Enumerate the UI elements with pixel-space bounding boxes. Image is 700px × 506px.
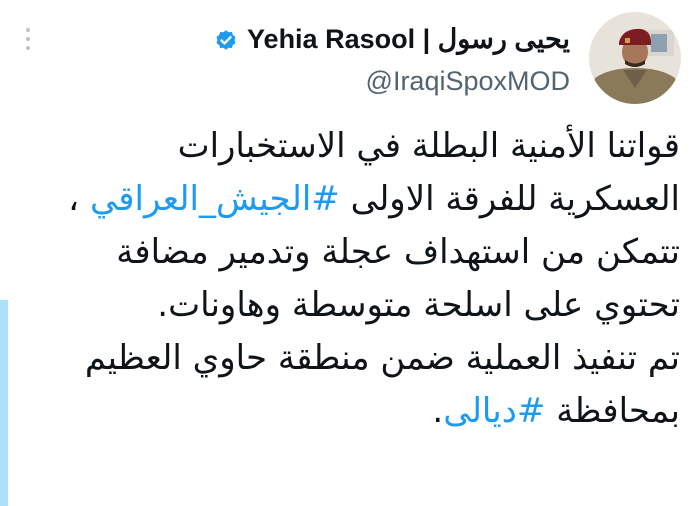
tweet-text-segment: ، (68, 179, 90, 219)
verified-badge-icon (216, 29, 236, 50)
tweet-text: قواتنا الأمنية البطلة في الاستخبارات الع… (40, 120, 680, 438)
hashtag-diyala-link[interactable]: #ديالى (443, 391, 545, 431)
hashtag-iraqi-army-link[interactable]: #الجيش_العراقي (90, 179, 340, 219)
more-vertical-icon (26, 28, 30, 32)
author-display-name[interactable]: يحيى رسول | Yehia Rasool (247, 24, 570, 55)
avatar-image (589, 12, 681, 104)
tweet-line-1: قواتنا الأمنية البطلة في الاستخبارات (177, 126, 680, 166)
more-vertical-icon-dot (26, 46, 30, 50)
tweet-text-segment: العسكرية للفرقة الاولى (339, 179, 680, 219)
avatar[interactable] (589, 12, 681, 104)
more-options-button[interactable] (26, 28, 30, 50)
tweet-line-4: تحتوي على اسلحة متوسطة وهاونات. (157, 285, 680, 325)
more-vertical-icon-dot (26, 37, 30, 41)
tweet-text-segment: . (432, 391, 444, 431)
author-handle[interactable]: @IraqiSpoxMOD (366, 66, 570, 97)
tweet-line-2: العسكرية للفرقة الاولى #الجيش_العراقي ، (40, 173, 680, 226)
tweet-line-6: بمحافظة #ديالى. (40, 385, 680, 438)
scroll-accent-bar (0, 300, 8, 506)
tweet-text-segment: بمحافظة (545, 391, 680, 431)
tweet-line-3: تتمكن من استهداف عجلة وتدمير مضافة (116, 232, 680, 272)
tweet-line-5: تم تنفيذ العملية ضمن منطقة حاوي العظيم (84, 338, 680, 378)
author-header[interactable]: يحيى رسول | Yehia Rasool (213, 24, 570, 55)
